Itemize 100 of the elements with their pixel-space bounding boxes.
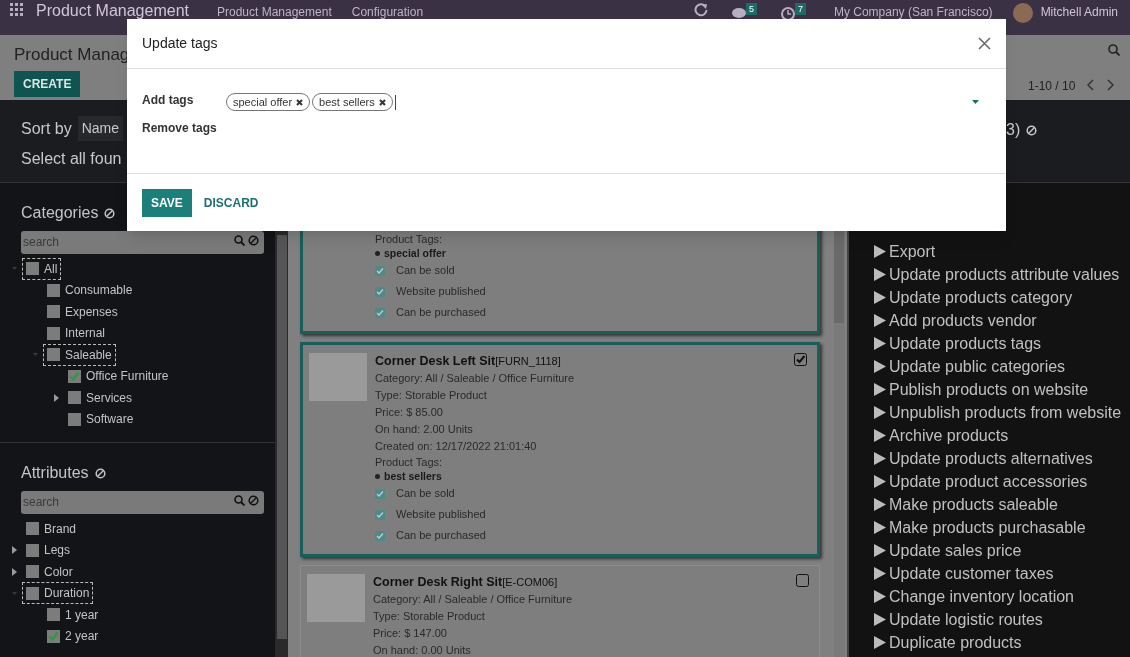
expand-icon[interactable] xyxy=(11,546,17,555)
create-button[interactable]: CREATE xyxy=(14,71,81,97)
triangle-icon xyxy=(874,429,886,442)
action-link[interactable]: Update product accessories xyxy=(874,470,1130,493)
triangle-icon xyxy=(874,567,886,580)
tree-item[interactable]: Internal xyxy=(43,322,110,345)
checkbox[interactable] xyxy=(68,412,81,426)
action-link[interactable]: Update products tags xyxy=(874,332,1130,355)
action-link[interactable]: Unpublish products from website xyxy=(874,401,1130,424)
tree-item[interactable]: 2 year xyxy=(43,625,103,648)
selection-checkbox[interactable] xyxy=(794,353,807,366)
triangle-icon xyxy=(874,590,886,603)
menu-item[interactable]: Configuration xyxy=(351,6,424,18)
tree-item[interactable]: Legs xyxy=(22,539,75,562)
tree-item[interactable]: Saleable xyxy=(43,343,116,366)
company-switcher[interactable]: My Company (San Francisco) xyxy=(833,6,993,18)
clock-icon[interactable] xyxy=(780,7,795,21)
remove-tag-icon[interactable] xyxy=(296,98,304,106)
action-link[interactable]: Update public categories xyxy=(874,355,1130,378)
search-field[interactable]: search xyxy=(21,230,264,254)
action-link[interactable]: Change inventory location xyxy=(874,585,1130,608)
expand-icon[interactable] xyxy=(53,393,59,402)
scrollbar-thumb[interactable] xyxy=(276,235,287,639)
expand-icon[interactable] xyxy=(11,567,17,576)
close-icon[interactable] xyxy=(978,37,991,50)
checkbox[interactable] xyxy=(47,326,60,340)
product-card[interactable] xyxy=(300,342,820,557)
tree-item[interactable]: Consumable xyxy=(43,279,137,302)
checkbox[interactable] xyxy=(26,586,39,600)
checkbox[interactable] xyxy=(26,565,39,579)
tree-item[interactable]: Software xyxy=(64,408,138,431)
action-link[interactable]: Add products vendor xyxy=(874,309,1130,332)
checkbox[interactable] xyxy=(26,262,39,276)
triangle-icon xyxy=(874,475,886,488)
action-link[interactable]: Duplicate products xyxy=(874,631,1130,654)
action-link[interactable]: Update sales price xyxy=(874,539,1130,562)
tree-item[interactable]: Brand xyxy=(22,517,81,540)
remove-tag-icon[interactable] xyxy=(378,98,386,106)
action-link[interactable]: Update logistic routes xyxy=(874,608,1130,631)
checkbox[interactable] xyxy=(26,543,39,557)
tree-item[interactable]: Duration xyxy=(22,582,94,605)
apps-menu-icon[interactable] xyxy=(10,3,24,17)
checkbox[interactable] xyxy=(26,522,39,536)
tree-item[interactable]: Services xyxy=(64,386,136,409)
tree-item[interactable]: Color xyxy=(22,560,77,583)
product-card[interactable]: Corner Desk Right Sit[E-COM06] Category: All / Saleable / Office Furniture Type: Storable Product Price: $ 147.00 On hand: 0.00 Units xyxy=(300,565,820,657)
triangle-icon xyxy=(874,245,886,258)
action-link[interactable]: Update products alternatives xyxy=(874,447,1130,470)
action-link[interactable]: Update products category xyxy=(874,286,1130,309)
action-link[interactable]: Export xyxy=(874,240,1130,263)
tree-item[interactable]: Expenses xyxy=(43,300,122,323)
product-detail: Price: $ 147.00 xyxy=(373,626,448,641)
product-detail: Type: Storable Product xyxy=(373,609,486,624)
search-icon[interactable] xyxy=(234,235,245,246)
user-menu[interactable]: Mitchell Admin xyxy=(1040,3,1118,21)
app-title[interactable]: Product Management xyxy=(36,3,189,19)
search-icon[interactable] xyxy=(234,495,245,506)
checkbox[interactable] xyxy=(47,348,60,362)
tree-item[interactable]: All xyxy=(22,257,62,280)
action-link[interactable]: Update products attribute values xyxy=(874,263,1130,286)
checkbox[interactable] xyxy=(47,629,60,643)
triangle-icon xyxy=(874,521,886,534)
activity-icon[interactable] xyxy=(693,3,708,17)
save-button[interactable]: SAVE xyxy=(142,188,192,217)
select-all-link[interactable]: Select all foun xyxy=(21,147,122,171)
checkbox[interactable] xyxy=(375,286,385,297)
tree-item[interactable]: 1 year xyxy=(43,603,103,626)
action-link[interactable]: Make products purchasable xyxy=(874,516,1130,539)
discard-button[interactable]: DISCARD xyxy=(203,193,259,212)
action-link[interactable]: Make products saleable xyxy=(874,493,1130,516)
menu-item[interactable]: Product Management xyxy=(217,6,332,18)
dialog-title: Update tags xyxy=(142,34,218,53)
clear-icon[interactable] xyxy=(248,495,259,506)
next-page-icon[interactable] xyxy=(1106,79,1114,91)
checkbox[interactable] xyxy=(375,530,385,541)
checkbox-label: Website published xyxy=(396,284,486,300)
checkbox[interactable] xyxy=(47,305,60,319)
checkbox[interactable] xyxy=(375,509,385,520)
sort-field-select[interactable]: Name xyxy=(77,116,124,141)
checkbox[interactable] xyxy=(375,307,385,318)
previous-page-icon[interactable] xyxy=(1087,79,1095,91)
checkbox[interactable] xyxy=(375,488,385,499)
search-field[interactable]: search xyxy=(21,490,264,514)
chat-icon[interactable] xyxy=(731,7,746,19)
clear-icon[interactable] xyxy=(248,235,259,246)
checkbox[interactable] xyxy=(47,608,60,622)
bullet-icon xyxy=(375,473,380,479)
tags-field[interactable]: special offer best sellers xyxy=(226,90,991,114)
pager-value: 1-10 / 10 xyxy=(1028,78,1076,95)
search-icon[interactable] xyxy=(1108,44,1120,56)
checkbox[interactable] xyxy=(68,391,81,405)
action-link[interactable]: Update customer taxes xyxy=(874,562,1130,585)
action-link[interactable]: Archive products xyxy=(874,424,1130,447)
product-tag: special offer xyxy=(384,246,446,260)
action-link[interactable]: Publish products on website xyxy=(874,378,1130,401)
checkbox[interactable] xyxy=(47,283,60,297)
checkbox[interactable] xyxy=(375,265,385,276)
checkbox[interactable] xyxy=(68,369,81,383)
tree-item[interactable]: Office Furniture xyxy=(64,365,173,388)
selection-checkbox[interactable] xyxy=(796,574,809,587)
